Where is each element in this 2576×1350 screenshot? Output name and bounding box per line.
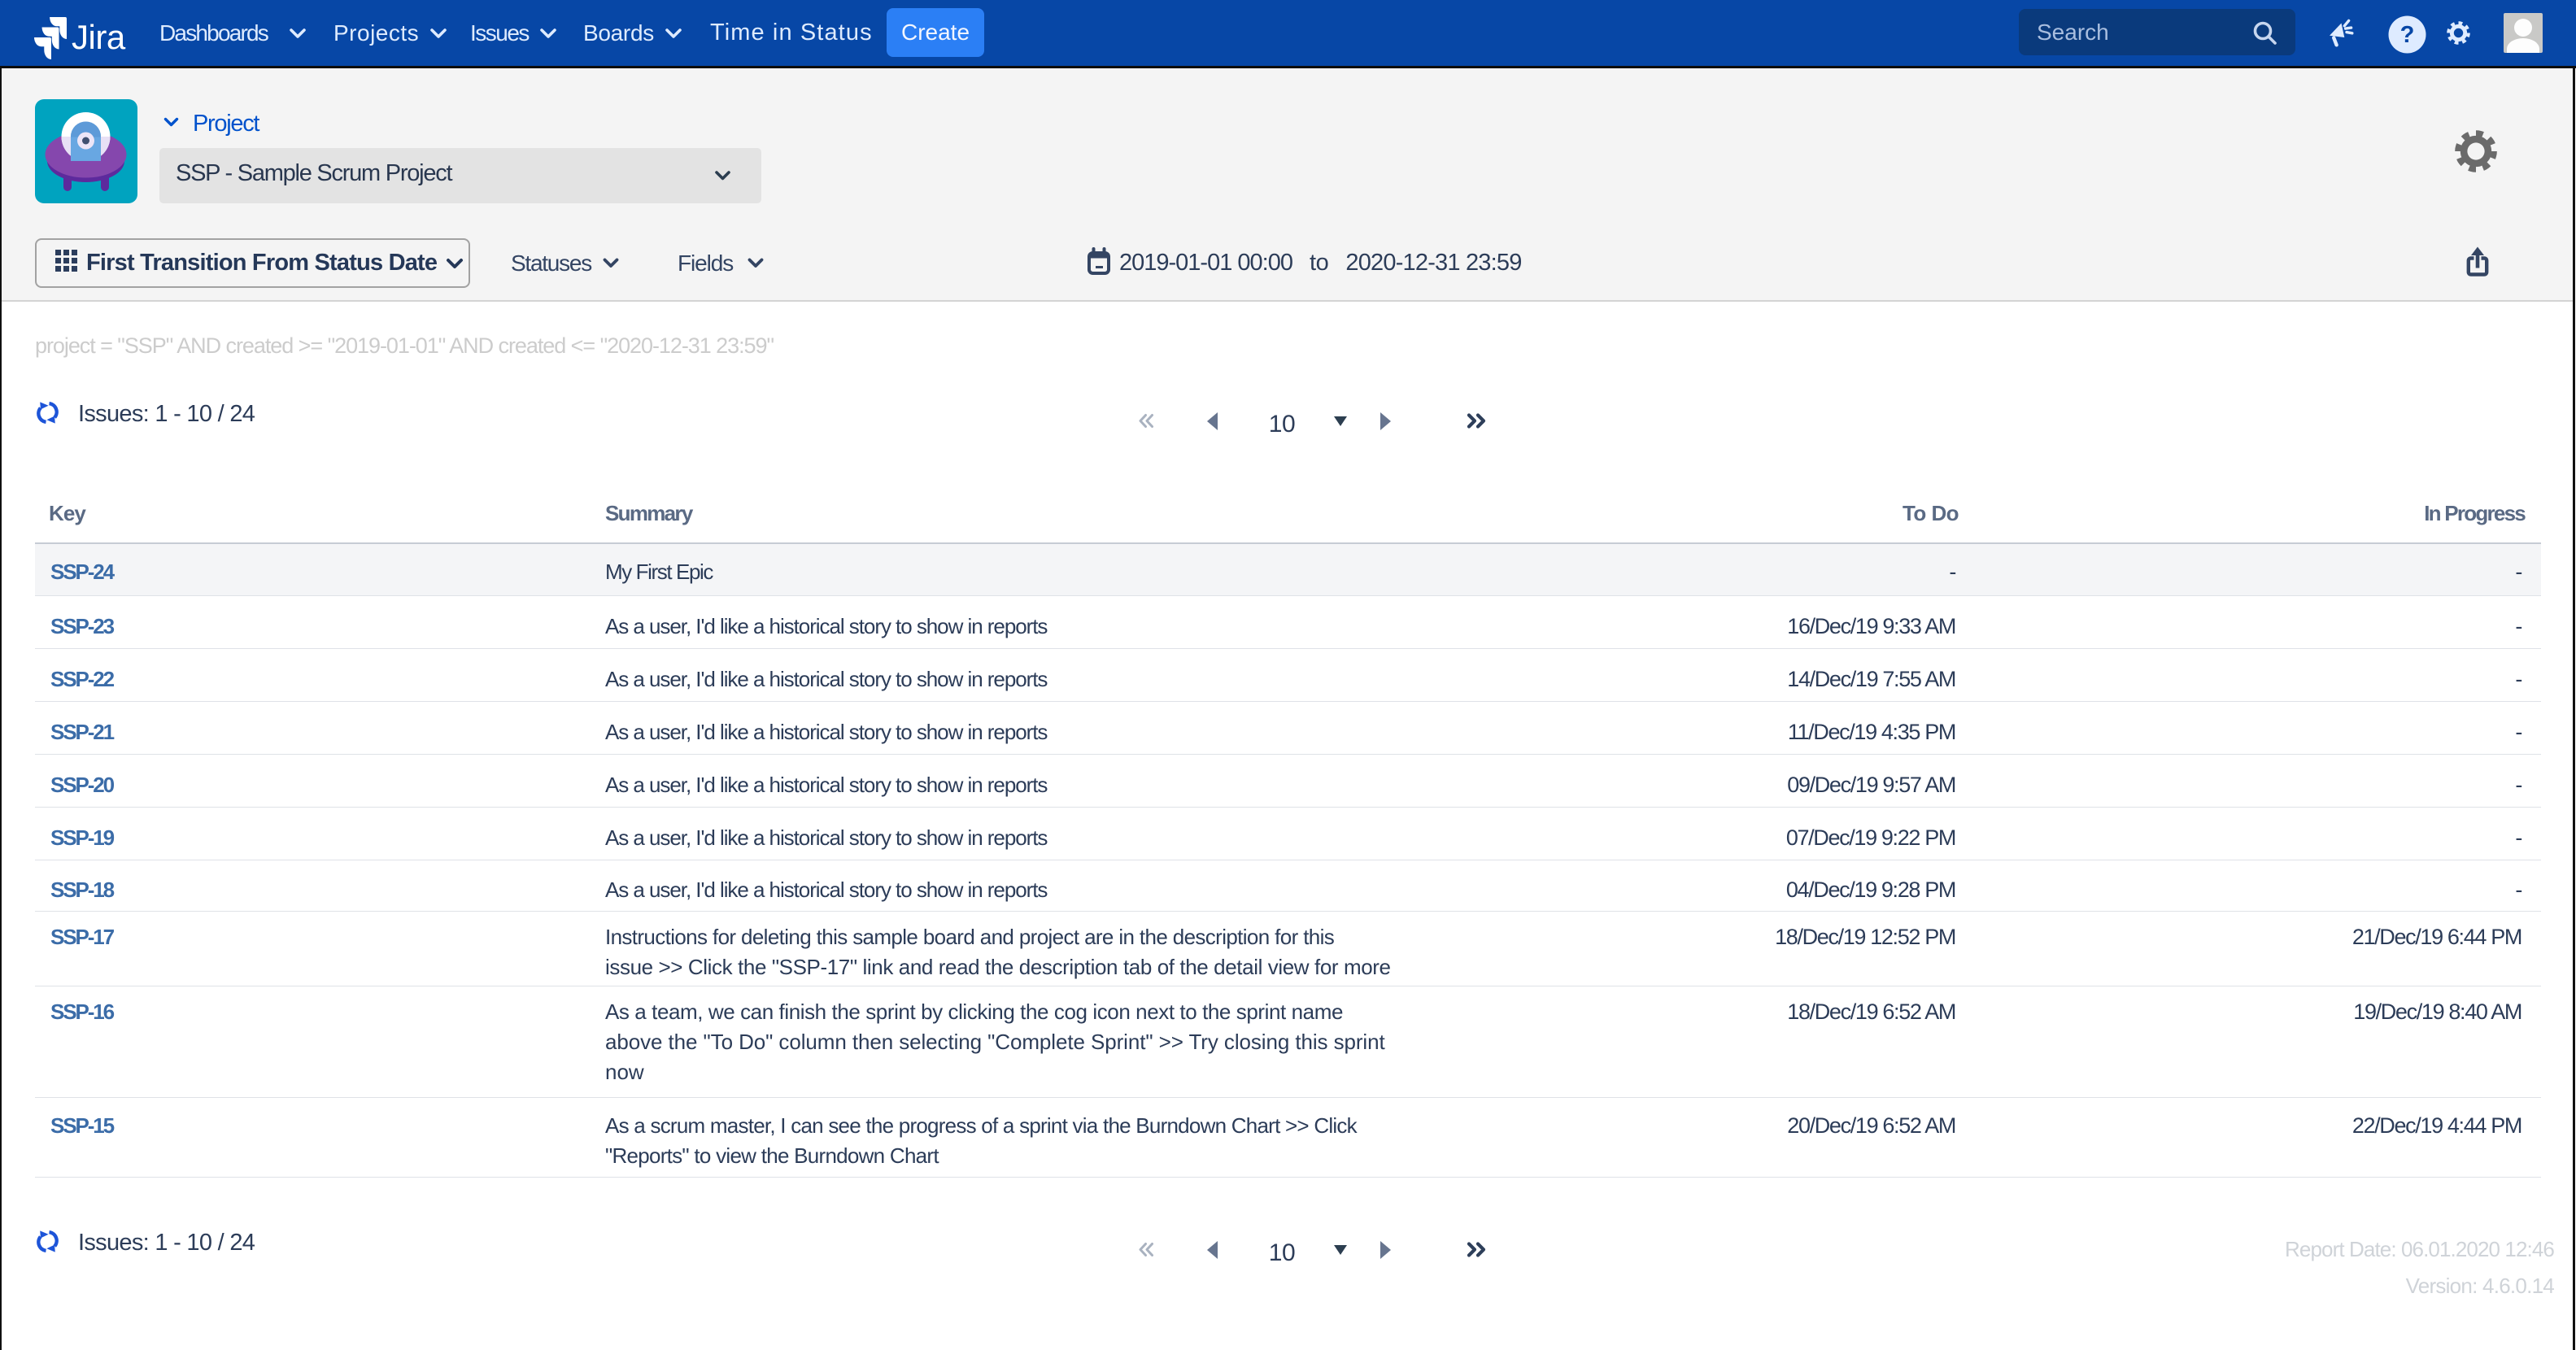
svg-text:?: ?	[2400, 22, 2415, 48]
